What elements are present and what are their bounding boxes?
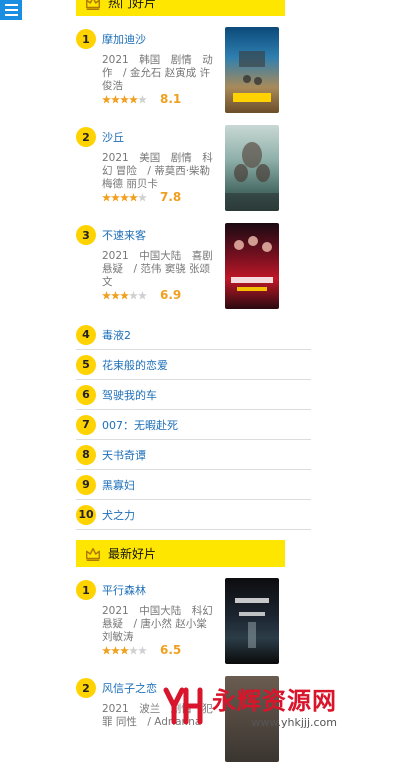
movie-poster[interactable] [225,27,279,113]
crown-icon [85,0,101,10]
movie-title[interactable]: 花束般的恋爱 [102,357,168,373]
rating-stars [102,291,147,300]
movie-meta: 2021 美国 剧情 科幻 冒险 / 蒂莫西·柴勒梅德 丽贝卡 [102,152,213,190]
rank-badge: 2 [76,678,96,698]
movie-title[interactable]: 犬之力 [102,507,135,523]
watermark-logo-icon [163,687,203,724]
movie-title[interactable]: 风信子之恋 [102,680,157,696]
watermark-url: www.yhkjjj.com [251,715,338,729]
rating-stars [102,95,147,104]
movie-card[interactable]: 1 摩加迪沙 2021 韩国 剧情 动作 / 金允石 赵寅成 许俊浩 8.1 [76,27,316,119]
list-item[interactable]: 5 花束般的恋爱 [76,350,311,380]
list-item[interactable]: 7 007：无暇赴死 [76,410,311,440]
hot-section-header: 热门好片 [76,0,285,16]
movie-meta: 2021 韩国 剧情 动作 / 金允石 赵寅成 许俊浩 [102,54,213,92]
menu-button[interactable] [0,0,22,20]
star-icon [120,291,129,300]
movie-meta: 2021 中国大陆 喜剧 悬疑 / 范伟 窦骁 张颂文 [102,250,213,288]
section-title: 热门好片 [108,0,157,10]
list-item[interactable]: 4 毒液2 [76,320,311,350]
star-icon [102,291,111,300]
rank-badge: 2 [76,127,96,147]
star-icon [138,646,147,655]
movie-score: 6.9 [160,288,182,302]
watermark-text: 永辉资源网 [212,686,337,715]
rank-badge: 7 [76,414,96,435]
rank-badge: 6 [76,384,96,405]
movie-title[interactable]: 沙丘 [102,129,124,145]
star-icon [102,193,111,202]
rank-badge: 1 [76,580,96,600]
section-title: 最新好片 [108,547,157,561]
rank-badge: 10 [76,504,96,525]
list-item[interactable]: 8 天书奇谭 [76,440,311,470]
movie-title[interactable]: 黑寡妇 [102,477,135,493]
movie-poster[interactable] [225,578,279,664]
rating-stars [102,193,147,202]
movie-poster[interactable] [225,125,279,211]
movie-title[interactable]: 天书奇谭 [102,447,146,463]
list-item[interactable]: 6 驾驶我的车 [76,380,311,410]
star-icon [102,95,111,104]
rank-badge: 9 [76,474,96,495]
star-icon [111,646,120,655]
star-icon [129,291,138,300]
movie-title[interactable]: 毒液2 [102,327,131,343]
movie-card[interactable]: 1 平行森林 2021 中国大陆 科幻 悬疑 / 唐小然 赵小棠 刘敏涛 6.5 [76,578,316,670]
star-icon [102,646,111,655]
rank-badge: 3 [76,225,96,245]
crown-icon [85,547,101,561]
movie-title[interactable]: 007：无暇赴死 [102,417,178,433]
rank-badge: 1 [76,29,96,49]
movie-card[interactable]: 3 不速来客 2021 中国大陆 喜剧 悬疑 / 范伟 窦骁 张颂文 6.9 [76,223,316,315]
star-icon [129,95,138,104]
watermark: 永辉资源网 www.yhkjjj.com [160,676,400,733]
movie-card[interactable]: 2 沙丘 2021 美国 剧情 科幻 冒险 / 蒂莫西·柴勒梅德 丽贝卡 7.8 [76,125,316,217]
star-icon [111,291,120,300]
movie-score: 6.5 [160,643,182,657]
star-icon [120,646,129,655]
movie-title[interactable]: 驾驶我的车 [102,387,157,403]
movie-meta: 2021 中国大陆 科幻 悬疑 / 唐小然 赵小棠 刘敏涛 [102,605,213,643]
movie-title[interactable]: 平行森林 [102,582,146,598]
movie-score: 8.1 [160,92,182,106]
latest-section-header: 最新好片 [76,540,285,567]
list-item[interactable]: 9 黑寡妇 [76,470,311,500]
star-icon [111,95,120,104]
star-icon [138,95,147,104]
movie-score: 7.8 [160,190,182,204]
star-icon [111,193,120,202]
star-icon [129,646,138,655]
list-item[interactable]: 10 犬之力 [76,500,311,530]
star-icon [138,291,147,300]
star-icon [120,193,129,202]
star-icon [120,95,129,104]
star-icon [138,193,147,202]
movie-poster[interactable] [225,223,279,309]
rank-badge: 5 [76,354,96,375]
rank-badge: 4 [76,324,96,345]
rating-stars [102,646,147,655]
movie-title[interactable]: 不速来客 [102,227,146,243]
movie-title[interactable]: 摩加迪沙 [102,31,146,47]
hamburger-icon [4,4,18,6]
rank-badge: 8 [76,444,96,465]
star-icon [129,193,138,202]
